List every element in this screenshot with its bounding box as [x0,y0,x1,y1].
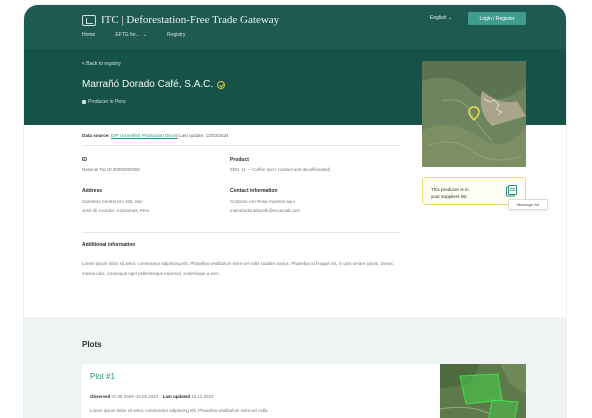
plot-satellite-image[interactable] [440,364,526,418]
divider [82,232,400,233]
supplier-notice-line-2: your suppliers list. [431,194,468,199]
nav-registry[interactable]: Registry [167,32,185,38]
producer-role: Producer in Peru [88,99,126,105]
location-map[interactable] [422,61,526,167]
contact-email[interactable]: marranodoradocafe@ecoamail.com [230,207,300,214]
plot-card[interactable]: Plot #1 Observed 01.06.2023–15.06.2023 L… [82,364,526,418]
last-update: Last update: 12/03/2024 [179,133,229,138]
producer-subtitle: Producer in Peru [82,99,126,105]
language-selector[interactable]: English ⌄ [430,15,452,21]
observed-label: Observed [90,394,111,399]
nav-home[interactable]: Home [82,32,95,38]
plots-title: Plots [82,340,102,349]
satellite-map-image [422,61,526,167]
building-icon [82,100,86,104]
contact-label: Contact information [230,188,278,194]
updated-label: Last updated [162,394,191,399]
additional-info-text: Lorem ipsum dolor sit amet, consectetur … [82,261,394,276]
data-source-link[interactable]: DIF Unverified Production Discrit [111,133,178,138]
data-source-label: Data source: [82,133,110,138]
supplier-notice-text: This producer is in your suppliers list. [431,186,469,200]
producer-name: Marrañó Dorado Café, S.A.C. [82,79,214,90]
chevron-down-icon: ⌄ [447,15,452,21]
id-value: National Tax ID 80050050050 [82,167,140,172]
additional-info-label: Additional information [82,242,136,248]
message-list-icon[interactable] [506,185,517,197]
top-navigation: ITC | Deforestation-Free Trade Gateway H… [24,5,566,49]
message-list-tooltip: Message list [508,199,548,210]
brand[interactable]: ITC | Deforestation-Free Trade Gateway [82,14,279,26]
chevron-down-icon: ⌄ [142,32,147,38]
product-value: 0901 11 — Coffee (excl. roasted and deca… [230,167,331,172]
nav-eftg-label: EFTG for... [115,32,140,38]
itc-logo-icon [82,14,96,26]
updated-value: 15.12.2023 [191,394,214,399]
main-nav: Home EFTG for... ⌄ Registry [82,32,185,38]
brand-title: ITC | Deforestation-Free Trade Gateway [101,14,280,26]
language-label: English [430,15,447,21]
divider [82,145,400,146]
plot-description: Lorem ipsum dolor sit amet, consectetur … [90,408,268,413]
product-label: Product [230,157,249,163]
data-source-line: Data source: DIF Unverified Production D… [82,133,229,138]
verified-check-icon [217,80,226,89]
back-to-registry-link[interactable]: < Back to registry [82,61,121,67]
page-title: Marrañó Dorado Café, S.A.C. [82,79,226,90]
plot-map-image [440,364,526,418]
supplier-notice-line-1: This producer is in [431,187,469,192]
address-label: Address [82,188,103,194]
login-button[interactable]: Login / Register [468,12,526,25]
address-line-1: Carretera Central Km 165, San [82,199,143,204]
contact-line-1: Contacto con Rosa Huamán aquí [230,199,295,204]
plot-meta: Observed 01.06.2023–15.06.2023 Last upda… [90,394,213,399]
plot-name[interactable]: Plot #1 [90,372,115,381]
address-line-2: José de Lourdes, Amazonas, Peru [82,208,150,213]
id-label: ID [82,157,87,163]
observed-value: 01.06.2023–15.06.2023 [111,394,158,399]
nav-eftg-for[interactable]: EFTG for... ⌄ [115,32,147,38]
page-card: ITC | Deforestation-Free Trade Gateway H… [24,5,566,418]
